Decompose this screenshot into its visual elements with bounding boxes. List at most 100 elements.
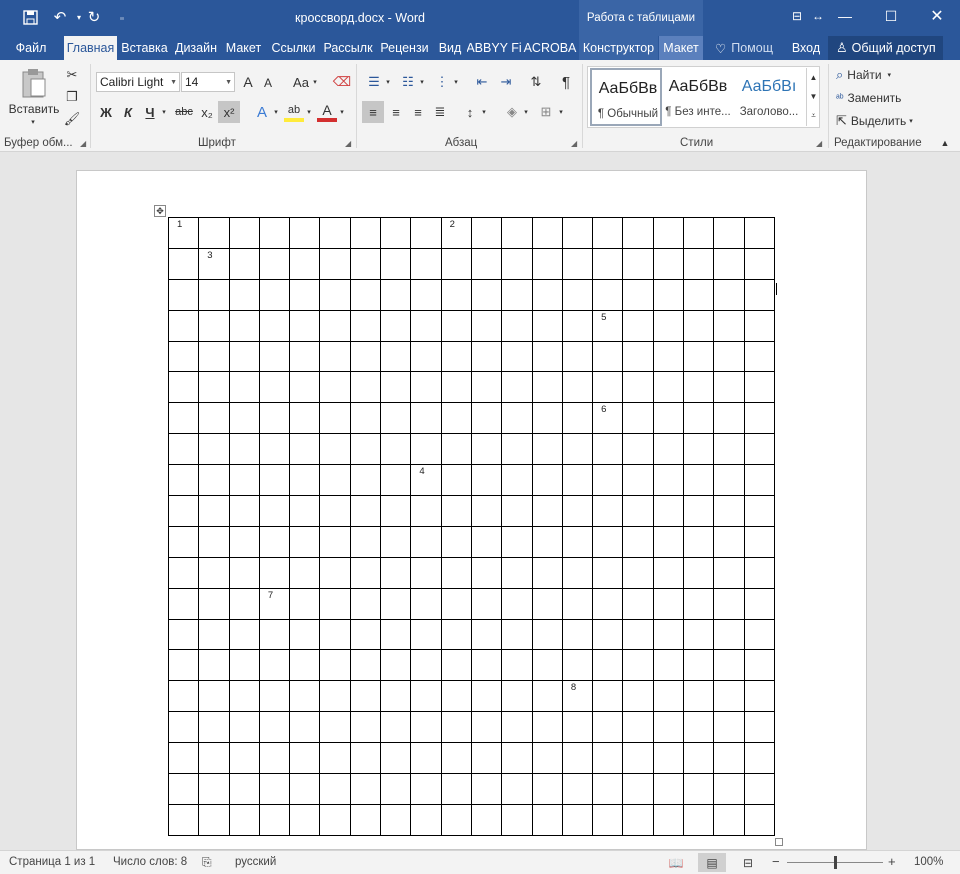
- crossword-cell[interactable]: [440, 649, 472, 682]
- crossword-cell[interactable]: [470, 495, 503, 527]
- crossword-cell[interactable]: [713, 742, 745, 775]
- copy-icon[interactable]: ❐: [63, 88, 81, 106]
- crossword-cell[interactable]: [683, 618, 715, 651]
- crossword-cell[interactable]: [258, 217, 291, 249]
- crossword-cell[interactable]: [501, 742, 533, 775]
- crossword-cell[interactable]: [258, 464, 291, 497]
- crossword-cell[interactable]: [470, 711, 503, 744]
- align-left-icon[interactable]: ≡: [362, 101, 384, 123]
- decrease-indent-icon[interactable]: ⇤: [472, 72, 492, 92]
- crossword-cell[interactable]: [380, 371, 412, 404]
- crossword-cell[interactable]: [743, 464, 775, 497]
- crossword-cell[interactable]: [531, 711, 563, 744]
- crossword-cell[interactable]: [652, 247, 685, 280]
- web-layout-icon[interactable]: ⊟: [734, 853, 762, 872]
- crossword-cell[interactable]: [167, 371, 200, 404]
- crossword-cell[interactable]: [501, 649, 533, 682]
- crossword-cell[interactable]: [592, 495, 624, 527]
- crossword-cell[interactable]: [531, 217, 563, 249]
- crossword-cell[interactable]: [228, 525, 260, 558]
- crossword-cell[interactable]: [228, 742, 260, 775]
- crossword-cell[interactable]: [683, 217, 715, 249]
- crossword-cell[interactable]: [319, 556, 351, 589]
- crossword-cell[interactable]: [198, 773, 230, 805]
- crossword-cell[interactable]: [501, 217, 533, 249]
- crossword-cell[interactable]: [652, 525, 685, 558]
- crossword-cell[interactable]: [410, 680, 442, 713]
- chevron-down-icon[interactable]: ▾: [480, 104, 488, 120]
- crossword-cell[interactable]: [380, 217, 412, 249]
- shrink-font-icon[interactable]: A: [261, 74, 275, 92]
- crossword-cell[interactable]: [652, 773, 685, 805]
- style-no-spacing[interactable]: АаБбВв ¶ Без инте...: [662, 68, 734, 126]
- crossword-cell[interactable]: 7: [258, 587, 291, 620]
- crossword-cell[interactable]: [319, 525, 351, 558]
- crossword-cell[interactable]: [713, 340, 745, 373]
- crossword-cell[interactable]: [319, 495, 351, 527]
- minimize-button[interactable]: —: [822, 0, 868, 32]
- crossword-cell[interactable]: [167, 618, 200, 651]
- crossword-cell[interactable]: [683, 711, 715, 744]
- crossword-cell[interactable]: [501, 556, 533, 589]
- chevron-down-icon[interactable]: ▼: [225, 79, 232, 86]
- tab-home[interactable]: Главная: [64, 36, 117, 60]
- crossword-cell[interactable]: [531, 309, 563, 342]
- shading-icon[interactable]: ◈: [502, 102, 522, 122]
- crossword-cell[interactable]: [380, 433, 412, 466]
- crossword-cell[interactable]: [470, 618, 503, 651]
- crossword-cell[interactable]: [410, 525, 442, 558]
- scroll-up-icon[interactable]: ▲: [806, 68, 820, 87]
- crossword-cell[interactable]: [592, 278, 624, 311]
- crossword-cell[interactable]: [410, 711, 442, 744]
- crossword-cell[interactable]: [228, 340, 260, 373]
- crossword-cell[interactable]: [652, 371, 685, 404]
- crossword-cell[interactable]: [470, 556, 503, 589]
- crossword-cell[interactable]: [622, 803, 654, 836]
- crossword-cell[interactable]: [410, 433, 442, 466]
- crossword-cell[interactable]: [622, 587, 654, 620]
- font-color-icon[interactable]: A: [317, 102, 337, 122]
- crossword-cell[interactable]: [683, 495, 715, 527]
- crossword-cell[interactable]: [652, 803, 685, 836]
- crossword-cell[interactable]: [592, 247, 624, 280]
- crossword-cell[interactable]: [652, 618, 685, 651]
- crossword-cell[interactable]: [501, 618, 533, 651]
- crossword-cell[interactable]: [683, 742, 715, 775]
- crossword-cell[interactable]: [683, 247, 715, 280]
- crossword-cell[interactable]: [410, 340, 442, 373]
- crossword-cell[interactable]: [319, 464, 351, 497]
- zoom-level[interactable]: 100%: [914, 856, 943, 868]
- crossword-cell[interactable]: [561, 803, 594, 836]
- crossword-cell[interactable]: [198, 340, 230, 373]
- language-label[interactable]: русский: [235, 856, 276, 868]
- crossword-cell[interactable]: [198, 587, 230, 620]
- crossword-cell[interactable]: [319, 433, 351, 466]
- crossword-cell[interactable]: [228, 556, 260, 589]
- crossword-cell[interactable]: [592, 711, 624, 744]
- crossword-cell[interactable]: [198, 711, 230, 744]
- crossword-cell[interactable]: [501, 587, 533, 620]
- crossword-cell[interactable]: [561, 309, 594, 342]
- crossword-cell[interactable]: [652, 495, 685, 527]
- crossword-cell[interactable]: [349, 278, 382, 311]
- chevron-down-icon[interactable]: ▾: [272, 104, 280, 120]
- crossword-cell[interactable]: [592, 649, 624, 682]
- crossword-cell[interactable]: [683, 587, 715, 620]
- crossword-cell[interactable]: [622, 464, 654, 497]
- font-name-combo[interactable]: Calibri Light ▼: [96, 72, 180, 92]
- crossword-cell[interactable]: [319, 587, 351, 620]
- crossword-cell[interactable]: [743, 525, 775, 558]
- tab-design[interactable]: Дизайн: [172, 36, 220, 60]
- crossword-cell[interactable]: [531, 587, 563, 620]
- crossword-cell[interactable]: [531, 773, 563, 805]
- crossword-cell[interactable]: [349, 649, 382, 682]
- scroll-down-icon[interactable]: ▼: [806, 87, 820, 106]
- crossword-cell[interactable]: [713, 803, 745, 836]
- crossword-cell[interactable]: [289, 464, 321, 497]
- text-effects-icon[interactable]: A: [252, 102, 272, 122]
- increase-indent-icon[interactable]: ⇥: [496, 72, 516, 92]
- crossword-cell[interactable]: [743, 278, 775, 311]
- crossword-cell[interactable]: [652, 464, 685, 497]
- crossword-cell[interactable]: [319, 742, 351, 775]
- crossword-cell[interactable]: [652, 309, 685, 342]
